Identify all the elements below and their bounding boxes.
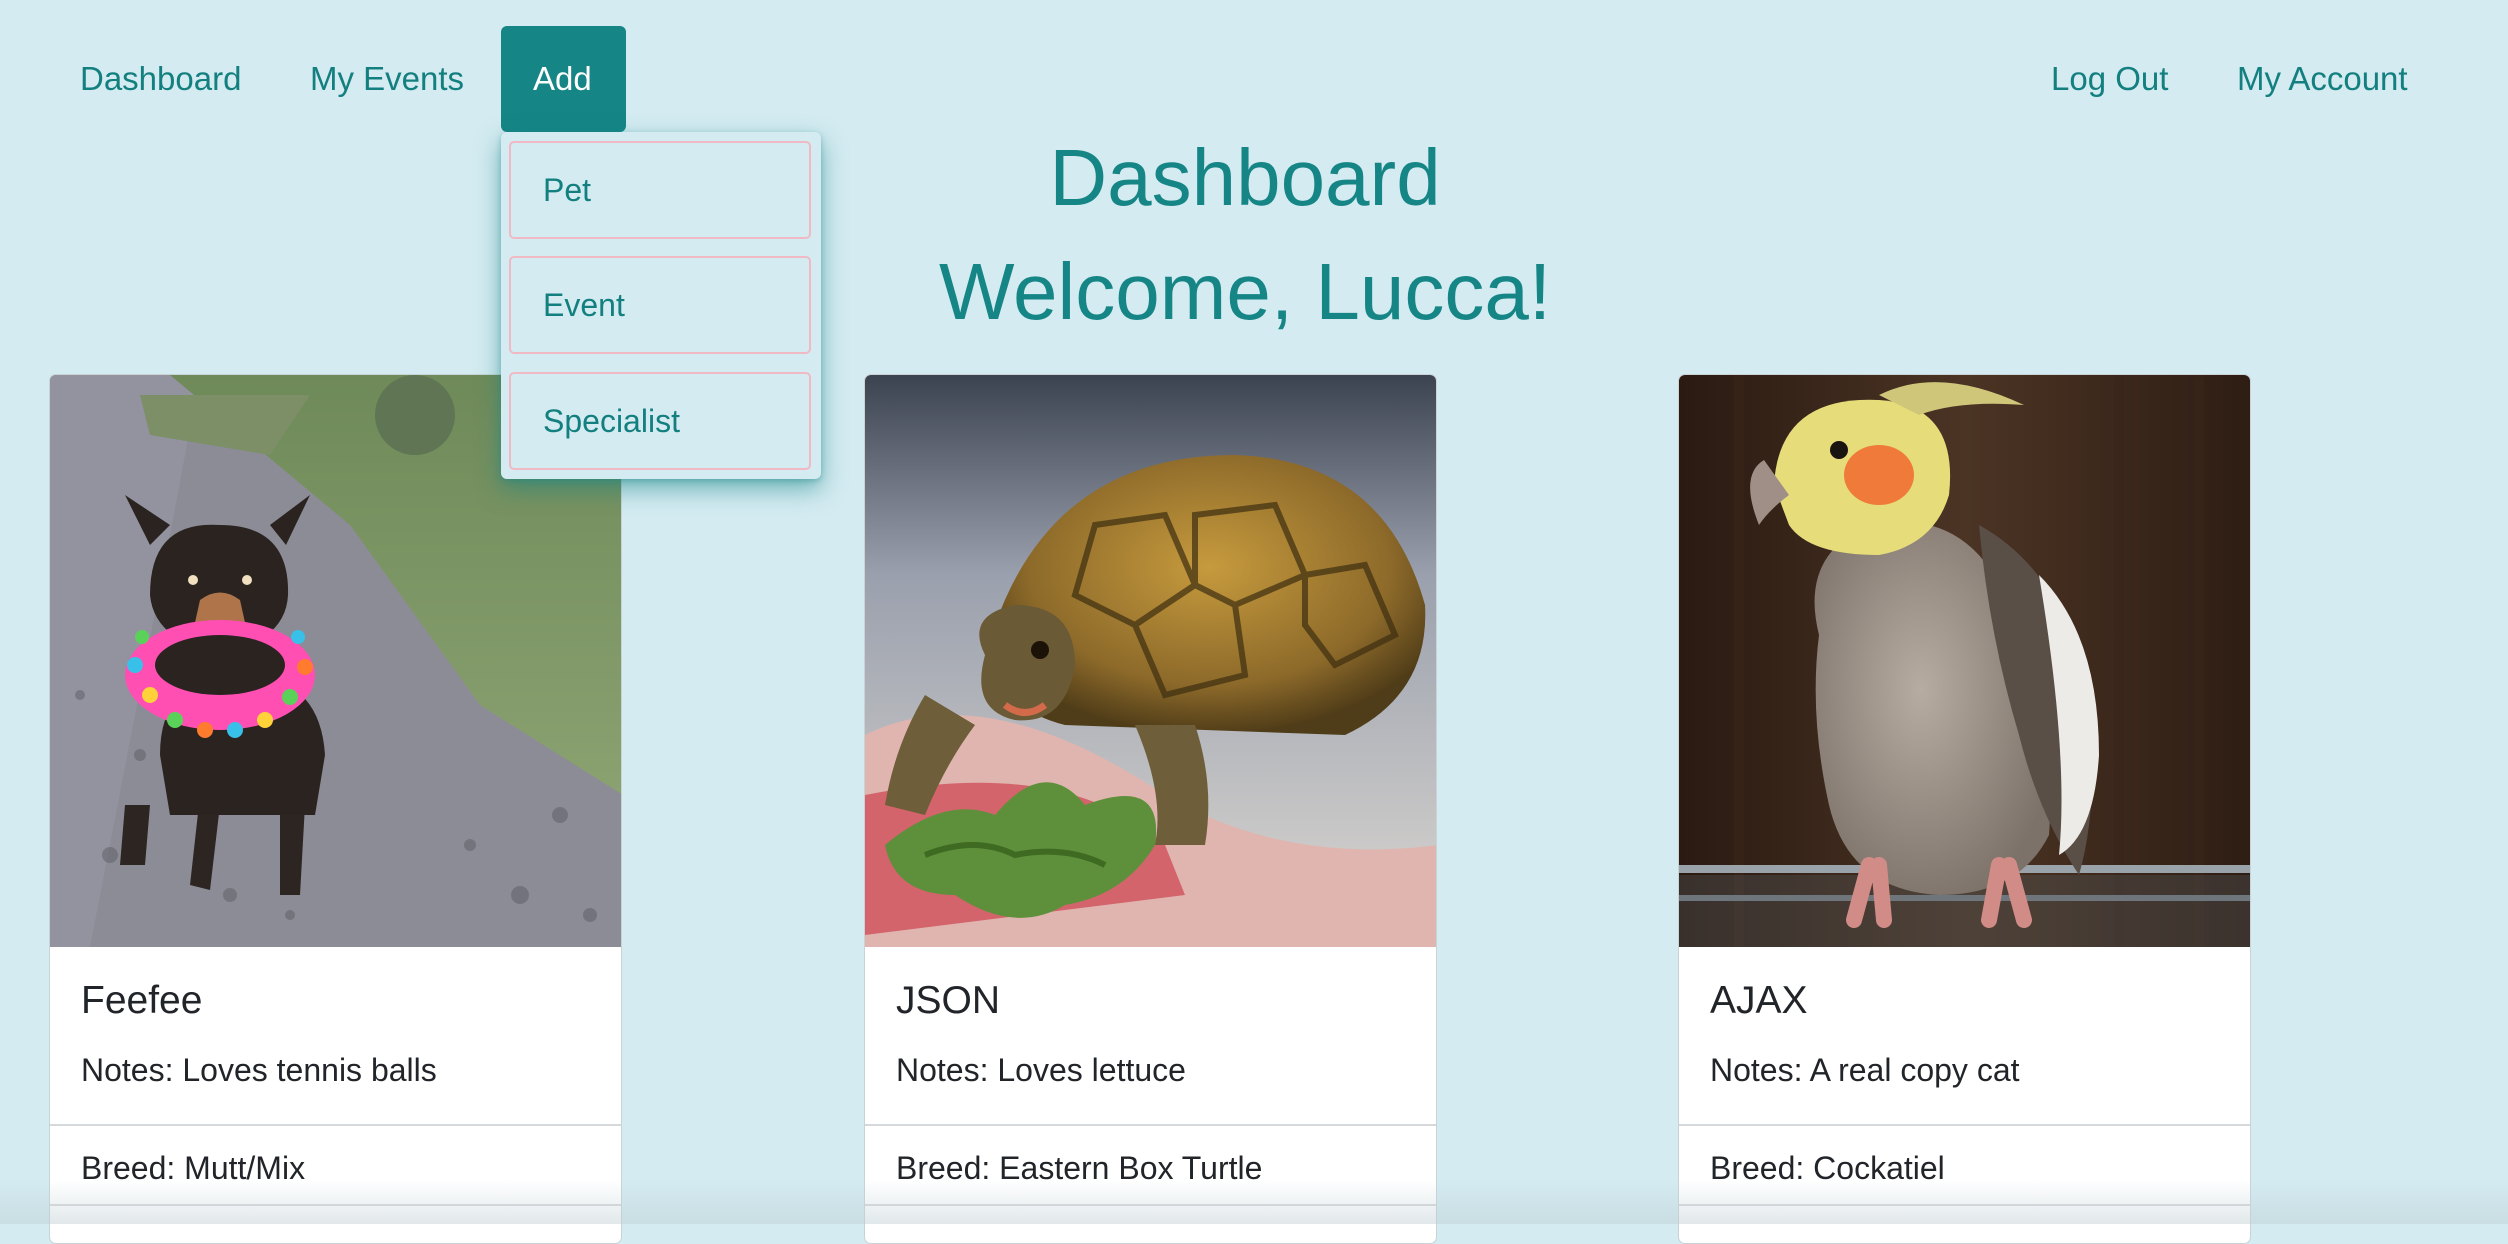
tortoise-photo[interactable] [865,375,1436,947]
pet-notes: Notes: Loves lettuce [896,1052,1186,1088]
pet-breed: Breed: Cockatiel [1710,1150,1945,1186]
card-divider [50,1124,621,1126]
welcome-message: Welcome, Lucca! [938,247,1552,336]
card-divider [1679,1124,2250,1126]
card-divider [865,1124,1436,1126]
cockatiel-photo[interactable] [1679,375,2250,947]
page-title: Dashboard [1049,133,1441,222]
card-divider [50,1204,621,1206]
nav-my-events-link[interactable]: My Events [278,26,496,132]
nav-my-account-link[interactable]: My Account [2205,26,2440,132]
pet-name: AJAX [1710,979,1808,1022]
add-specialist-menu-item[interactable]: Specialist [509,372,811,470]
pet-name: JSON [896,979,1001,1022]
nav-dashboard-link[interactable]: Dashboard [48,26,273,132]
card-divider [1679,1204,2250,1206]
pet-breed: Breed: Mutt/Mix [81,1150,306,1186]
pet-breed: Breed: Eastern Box Turtle [896,1150,1263,1186]
add-pet-menu-item[interactable]: Pet [509,141,811,239]
top-navbar: Dashboard My Events Add Log Out My Accou… [0,0,2508,133]
pet-card: AJAX Notes: A real copy cat Breed: Cocka… [1678,374,2251,1244]
pet-notes: Notes: A real copy cat [1710,1052,2020,1088]
add-dropdown-menu: Pet Event Specialist [501,132,821,479]
pet-name: Feefee [81,979,203,1022]
pet-card: Feefee Notes: Loves tennis balls Breed: … [49,374,622,1244]
nav-add-dropdown-toggle[interactable]: Add [501,26,626,132]
card-divider [865,1204,1436,1206]
pet-notes: Notes: Loves tennis balls [81,1052,437,1088]
add-event-menu-item[interactable]: Event [509,256,811,354]
nav-log-out-link[interactable]: Log Out [2019,26,2200,132]
pet-card: JSON Notes: Loves lettuce Breed: Eastern… [864,374,1437,1244]
